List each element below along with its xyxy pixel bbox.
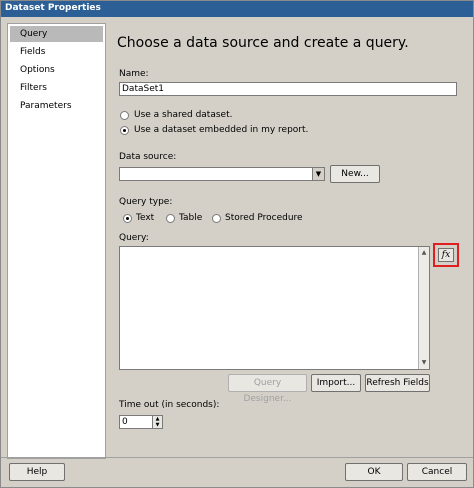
datasource-select[interactable]: ▼: [119, 167, 325, 181]
query-label: Query:: [119, 233, 149, 243]
querytype-table-label: Table: [179, 213, 203, 223]
datasource-label: Data source:: [119, 152, 177, 162]
ok-button[interactable]: OK: [345, 463, 403, 481]
scroll-down-icon[interactable]: ▼: [419, 358, 429, 368]
sidebar-item-parameters[interactable]: Parameters: [10, 98, 103, 114]
expression-button[interactable]: fx: [438, 248, 454, 262]
embedded-dataset-label: Use a dataset embedded in my report.: [134, 125, 309, 135]
cancel-button[interactable]: Cancel: [407, 463, 467, 481]
expression-button-highlight: fx: [433, 243, 459, 267]
sidebar: Query Fields Options Filters Parameters: [7, 23, 106, 459]
sidebar-item-query[interactable]: Query: [10, 26, 103, 42]
timeout-field[interactable]: 0 ▲ ▼: [119, 415, 163, 429]
query-designer-button[interactable]: Query Designer...: [228, 374, 307, 404]
help-button[interactable]: Help: [9, 463, 65, 481]
footer-divider: [1, 457, 473, 458]
query-textarea[interactable]: ▲ ▼: [119, 246, 430, 370]
import-button[interactable]: Import...: [311, 374, 361, 392]
chevron-down-icon[interactable]: ▼: [312, 168, 324, 180]
title-bar: Dataset Properties: [1, 1, 473, 17]
querytype-sp-radio[interactable]: [212, 214, 221, 223]
timeout-label: Time out (in seconds):: [119, 400, 220, 410]
querytype-sp-label: Stored Procedure: [225, 213, 303, 223]
shared-dataset-radio[interactable]: [120, 111, 129, 120]
spinner-icon[interactable]: ▲ ▼: [152, 416, 162, 428]
dataset-properties-dialog: Dataset Properties Query Fields Options …: [0, 0, 474, 488]
embedded-dataset-radio[interactable]: [120, 126, 129, 135]
querytype-text-radio[interactable]: [123, 214, 132, 223]
querytype-table-radio[interactable]: [166, 214, 175, 223]
window-title: Dataset Properties: [5, 3, 101, 13]
page-title: Choose a data source and create a query.: [117, 35, 409, 51]
new-datasource-button[interactable]: New...: [330, 165, 380, 183]
main-panel: Choose a data source and create a query.…: [107, 23, 468, 457]
name-field[interactable]: DataSet1: [119, 82, 457, 96]
querytype-text-label: Text: [136, 213, 155, 223]
scroll-up-icon[interactable]: ▲: [419, 248, 429, 258]
shared-dataset-label: Use a shared dataset.: [134, 110, 233, 120]
refresh-fields-button[interactable]: Refresh Fields: [365, 374, 430, 392]
querytype-label: Query type:: [119, 197, 173, 207]
sidebar-item-options[interactable]: Options: [10, 62, 103, 78]
query-scrollbar[interactable]: ▲ ▼: [418, 247, 429, 369]
sidebar-item-filters[interactable]: Filters: [10, 80, 103, 96]
sidebar-item-fields[interactable]: Fields: [10, 44, 103, 60]
name-label: Name:: [119, 69, 149, 79]
timeout-value: 0: [122, 417, 128, 427]
